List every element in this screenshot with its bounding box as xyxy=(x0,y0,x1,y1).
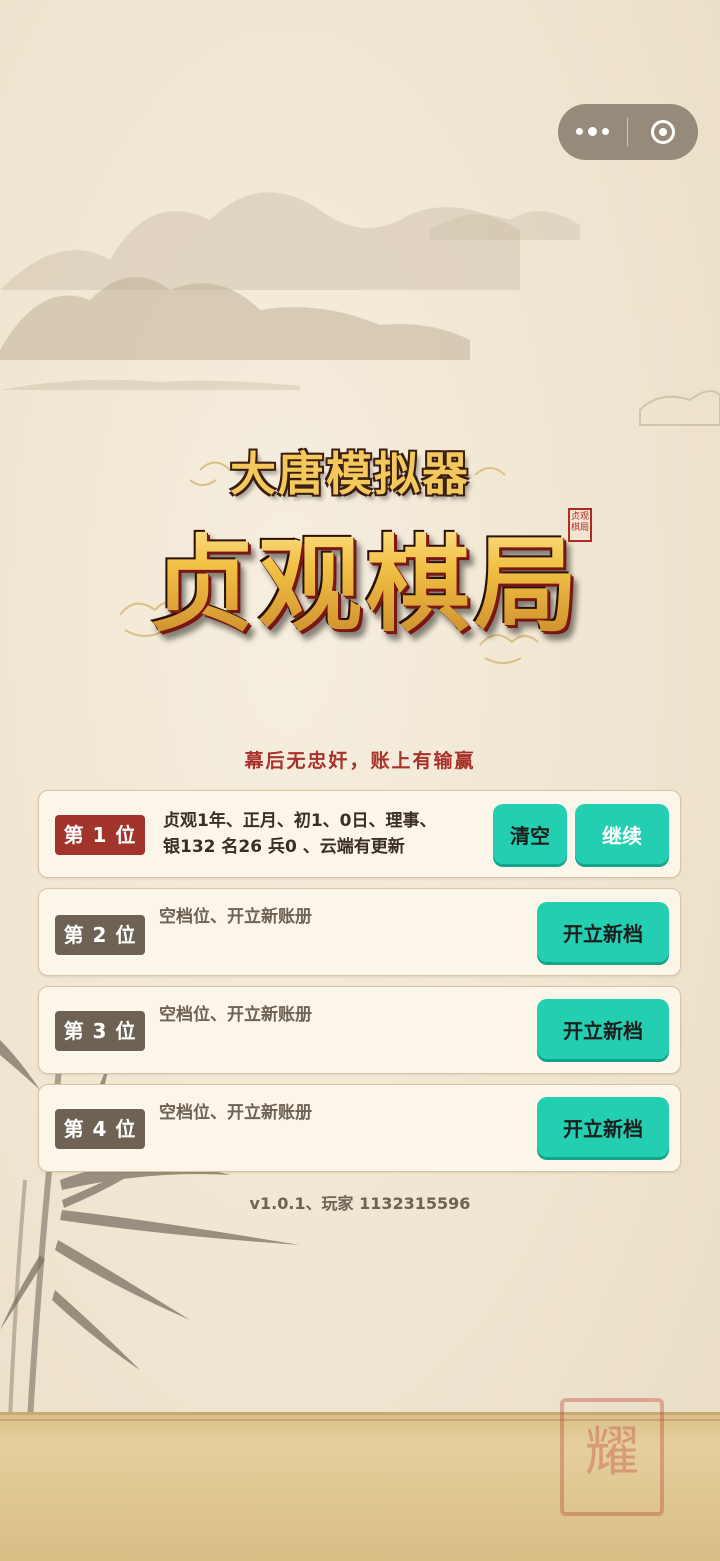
slogan: 幕后无忠奸，账上有输赢 xyxy=(244,750,476,772)
game-logo: 大唐模拟器 贞观棋局 贞观 棋局 xyxy=(120,430,600,690)
continue-button[interactable]: 继续 xyxy=(575,804,669,864)
miniprogram-capsule xyxy=(558,104,698,160)
clear-button[interactable]: 清空 xyxy=(493,804,567,864)
slot-summary-line1: 贞观1年、正月、初1、0日、理事、 xyxy=(163,811,437,831)
save-slot-3: 第 3 位 空档位、开立新账册 开立新档 xyxy=(38,986,681,1074)
slot-empty-text: 空档位、开立新账册 xyxy=(159,907,312,927)
slot-badge: 第 2 位 xyxy=(55,915,145,955)
more-dots-icon xyxy=(576,127,609,136)
slot-badge: 第 3 位 xyxy=(55,1011,145,1051)
save-slot-4: 第 4 位 空档位、开立新账册 开立新档 xyxy=(38,1084,681,1172)
slot-summary-line2: 银132 名26 兵0 、云端有更新 xyxy=(163,837,405,857)
logo-stamp: 贞观 棋局 xyxy=(568,508,592,542)
new-save-button[interactable]: 开立新档 xyxy=(537,1097,669,1157)
save-slot-1: 第 1 位 贞观1年、正月、初1、0日、理事、 银132 名26 兵0 、云端有… xyxy=(38,790,681,878)
slot-badge: 第 1 位 xyxy=(55,815,145,855)
close-button[interactable] xyxy=(628,104,697,160)
logo-title: 贞观棋局 xyxy=(150,500,582,651)
ink-mountains-decoration xyxy=(0,192,720,426)
slot-empty-text: 空档位、开立新账册 xyxy=(159,1103,312,1123)
new-save-button[interactable]: 开立新档 xyxy=(537,902,669,962)
logo-subtitle: 大唐模拟器 xyxy=(230,447,470,501)
slot-empty-text: 空档位、开立新账册 xyxy=(159,1005,312,1025)
seal-stamp-decoration: 耀 xyxy=(560,1398,664,1516)
new-save-button[interactable]: 开立新档 xyxy=(537,999,669,1059)
target-icon xyxy=(650,120,675,144)
slot-badge: 第 4 位 xyxy=(55,1109,145,1149)
more-button[interactable] xyxy=(558,104,627,160)
save-slot-2: 第 2 位 空档位、开立新账册 开立新档 xyxy=(38,888,681,976)
version-footer: v1.0.1、玩家 1132315596 xyxy=(249,1194,471,1213)
